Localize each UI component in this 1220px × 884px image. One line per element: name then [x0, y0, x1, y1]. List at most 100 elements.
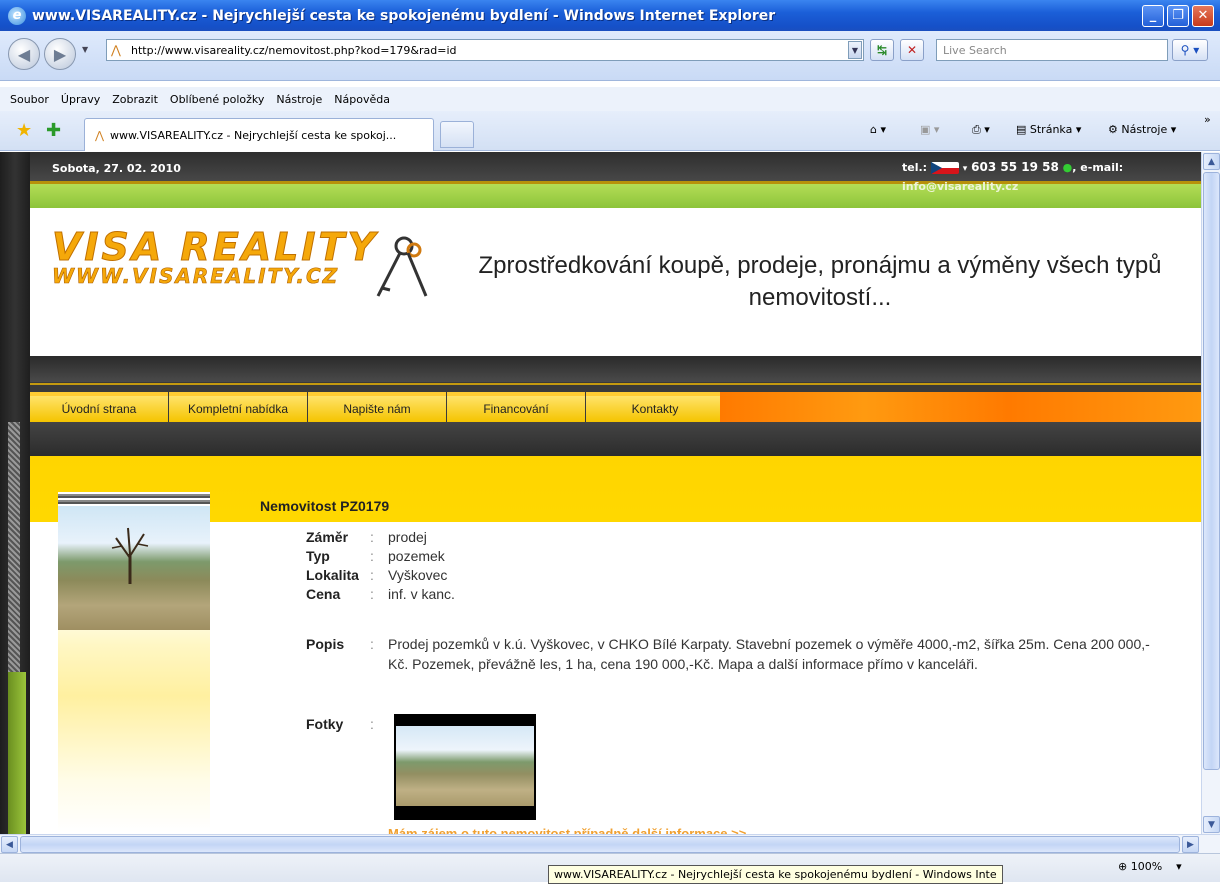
property-thumbnail[interactable] — [394, 714, 536, 820]
window-titlebar: e www.VISAREALITY.cz - Nejrychlejší cest… — [0, 0, 1220, 31]
scroll-down-button[interactable]: ▼ — [1203, 816, 1220, 833]
flag-dropdown-icon: ▾ — [962, 164, 968, 174]
site-top-strip: Sobota, 27. 02. 2010 tel.: ▾ 603 55 19 5… — [30, 152, 1201, 184]
tools-menu-label: Nástroje — [1121, 123, 1168, 136]
ie-logo-icon: e — [8, 6, 26, 25]
property-main-photo[interactable] — [58, 506, 210, 630]
rss-icon: ▣ ▾ — [920, 123, 940, 136]
nav-orange-fill — [720, 392, 1201, 422]
left-frame-accent — [8, 672, 26, 834]
print-button[interactable]: ⎙ ▾ — [972, 123, 990, 137]
site-phone: 603 55 19 58 — [971, 160, 1059, 174]
nav-uvodni-strana[interactable]: Úvodní strana — [30, 392, 168, 422]
search-icon: ⚲ ▾ — [1180, 43, 1200, 57]
close-button[interactable]: ✕ — [1192, 4, 1214, 27]
page-menu-button[interactable]: ▤ Stránka ▾ — [1016, 123, 1081, 136]
header-dark-band — [30, 356, 1201, 382]
scroll-right-button[interactable]: ▶ — [1182, 836, 1199, 853]
field-label: Lokalita — [306, 567, 359, 583]
nav-kompletni-nabidka[interactable]: Kompletní nabídka — [169, 392, 307, 422]
site-tagline: Zprostředkování koupě, prodeje, pronájmu… — [478, 252, 1162, 311]
scroll-left-button[interactable]: ◀ — [1, 836, 18, 853]
refresh-icon: ↹ — [876, 43, 888, 57]
menu-soubor[interactable]: Soubor — [10, 93, 49, 106]
home-button[interactable]: ⌂ ▾ — [870, 123, 886, 136]
main-nav: Úvodní strana Kompletní nabídka Napište … — [30, 382, 1201, 422]
left-frame-border — [0, 152, 30, 834]
interest-link[interactable]: Mám zájem o tuto nemovitost případně dal… — [388, 826, 746, 834]
site-email[interactable]: info@visareality.cz — [902, 180, 1018, 193]
nav-kontakty[interactable]: Kontakty — [586, 392, 724, 422]
logo-sub-text: WWW.VISAREALITY.CZ — [52, 264, 340, 289]
address-url[interactable]: http://www.visareality.cz/nemovitost.php… — [131, 44, 848, 57]
tel-label: tel.: — [902, 161, 928, 174]
back-arrow-icon: ◀ — [17, 44, 31, 64]
side-panel — [58, 492, 210, 832]
menu-zobrazit[interactable]: Zobrazit — [112, 93, 158, 106]
maximize-button[interactable]: ❐ — [1167, 4, 1189, 27]
property-details: Záměr: prodej Typ: pozemek Lokalita: Vyš… — [306, 528, 455, 604]
stop-button[interactable]: ✕ — [900, 39, 924, 61]
left-frame-hatch — [8, 422, 20, 672]
minimize-button[interactable]: _ — [1142, 4, 1164, 27]
search-button[interactable]: ⚲ ▾ — [1172, 39, 1208, 61]
field-row: Cena: inf. v kanc. — [306, 586, 455, 602]
property-content: Nemovitost PZ0179 Záměr: prodej Typ: poz… — [30, 456, 1201, 834]
status-bar: www.VISAREALITY.cz - Nejrychlejší cesta … — [0, 853, 1220, 884]
email-label: , e-mail: — [1072, 161, 1124, 174]
tree-image — [111, 527, 149, 584]
field-row: Záměr: prodej — [306, 529, 427, 545]
window-title: www.VISAREALITY.cz - Nejrychlejší cesta … — [32, 7, 776, 24]
tab-active[interactable]: ⋀ www.VISAREALITY.cz - Nejrychlejší cest… — [84, 118, 434, 151]
field-row: Typ: pozemek — [306, 548, 445, 564]
site-logo[interactable]: VISA REALITY WWW.VISAREALITY.CZ — [52, 225, 428, 297]
forward-arrow-icon: ▶ — [53, 44, 67, 64]
menu-oblibene[interactable]: Oblíbené položky — [170, 93, 265, 106]
menu-napoveda[interactable]: Nápověda — [334, 93, 390, 106]
page-icon: ▤ — [1016, 123, 1030, 136]
gear-icon: ⚙ — [1108, 123, 1122, 136]
address-field[interactable]: ⋀ http://www.visareality.cz/nemovitost.p… — [106, 39, 864, 61]
horizontal-scrollbar[interactable]: ◀ ▶ — [0, 834, 1220, 853]
back-button[interactable]: ◀ — [8, 38, 40, 70]
photos-label: Fotky — [306, 716, 344, 732]
keys-icon — [376, 236, 428, 297]
menu-nastroje[interactable]: Nástroje — [276, 93, 322, 106]
site-green-bar: info@visareality.cz — [30, 180, 1201, 208]
new-tab-button[interactable] — [440, 121, 474, 148]
toolbar-overflow-icon[interactable]: » — [1204, 113, 1211, 126]
zoom-icon: ⊕ — [1118, 860, 1128, 873]
menu-upravy[interactable]: Úpravy — [61, 93, 100, 106]
field-label: Typ — [306, 548, 330, 564]
zoom-control[interactable]: ⊕ 100% ▾ — [1118, 860, 1182, 873]
search-input[interactable]: Live Search — [936, 39, 1168, 61]
vertical-scroll-thumb[interactable] — [1203, 172, 1220, 770]
vertical-scrollbar[interactable]: ▲ ▼ — [1201, 152, 1220, 834]
feeds-button[interactable]: ▣ ▾ — [920, 123, 939, 136]
description-row: Popis : Prodej pozemků v k.ú. Vyškovec, … — [306, 634, 1166, 674]
tab-title: www.VISAREALITY.cz - Nejrychlejší cesta … — [110, 128, 397, 142]
add-favorites-icon[interactable]: ✚ — [46, 120, 61, 141]
horizontal-scroll-thumb[interactable] — [20, 836, 1180, 853]
thumbnail-image — [396, 726, 534, 806]
favorites-star-icon[interactable]: ★ — [16, 120, 32, 141]
refresh-button[interactable]: ↹ — [870, 39, 894, 61]
zoom-dropdown-icon: ▾ — [1165, 860, 1182, 873]
history-dropdown-icon[interactable]: ▼ — [82, 45, 88, 54]
stop-icon: ✕ — [906, 43, 918, 57]
forward-button[interactable]: ▶ — [44, 38, 76, 70]
nav-napiste-nam[interactable]: Napište nám — [308, 392, 446, 422]
address-toolbar: ◀ ▶ ▼ ⋀ http://www.visareality.cz/nemovi… — [0, 31, 1220, 81]
zoom-level: 100% — [1130, 860, 1163, 873]
field-label: Záměr — [306, 529, 349, 545]
page-viewport: Sobota, 27. 02. 2010 tel.: ▾ 603 55 19 5… — [0, 152, 1201, 834]
nav-financovani[interactable]: Financování — [447, 392, 585, 422]
tools-menu-button[interactable]: ⚙ Nástroje ▾ — [1108, 123, 1176, 136]
tab-bar: ★ ✚ ⋀ www.VISAREALITY.cz - Nejrychlejší … — [0, 111, 1220, 151]
description-label: Popis — [306, 636, 345, 652]
nav-bottom-band — [30, 422, 1201, 456]
czech-flag-icon — [930, 162, 959, 174]
scroll-up-button[interactable]: ▲ — [1203, 153, 1220, 170]
address-dropdown-icon[interactable]: ▼ — [848, 41, 862, 59]
logo-main-text: VISA REALITY — [52, 225, 378, 269]
